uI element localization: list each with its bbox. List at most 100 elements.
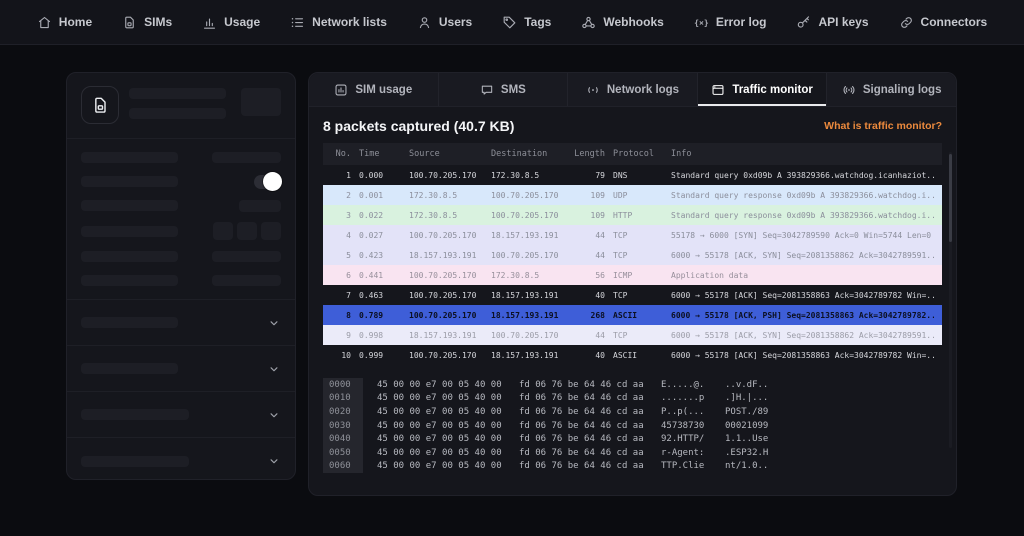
accordion-section-4[interactable]: [67, 438, 295, 479]
sim-title-skeleton: [129, 86, 231, 124]
hex-bytes-group-1: 45 00 00 e7 00 05 40 00: [377, 447, 502, 458]
column-no: No.: [335, 149, 351, 159]
radio-waves-icon: [586, 83, 600, 97]
skeleton-label: [81, 251, 178, 262]
hex-dump: 0000 45 00 00 e7 00 05 40 00 fd 06 76 be…: [323, 378, 775, 474]
tab-signaling-logs[interactable]: Signaling logs: [827, 73, 956, 106]
tab-sim-usage[interactable]: SIM usage: [309, 73, 439, 106]
scrollbar-thumb[interactable]: [949, 154, 952, 242]
packet-row-6[interactable]: 6 0.441 100.70.205.170 172.30.8.5 56 ICM…: [323, 265, 942, 285]
hex-row: 0010 45 00 00 e7 00 05 40 00 fd 06 76 be…: [323, 391, 775, 406]
nav-item-network-lists[interactable]: Network lists: [290, 15, 387, 30]
column-time: Time: [359, 149, 380, 159]
nav-item-tags[interactable]: Tags: [502, 15, 551, 30]
cell-length: 268: [590, 310, 605, 320]
nav-item-label: Connectors: [920, 15, 988, 29]
nav-item-sims[interactable]: SIMs: [122, 15, 172, 30]
cell-source: 100.70.205.170: [409, 350, 477, 360]
packet-row-9[interactable]: 9 0.998 18.157.193.191 100.70.205.170 44…: [323, 325, 942, 345]
hex-bytes-group-2: fd 06 76 be 64 46 cd aa: [519, 461, 644, 472]
packet-row-10[interactable]: 10 0.999 100.70.205.170 18.157.193.191 4…: [323, 345, 942, 365]
packet-row-8[interactable]: 8 0.789 100.70.205.170 18.157.193.191 26…: [323, 305, 942, 325]
accordion-section-1[interactable]: [67, 300, 295, 346]
nav-item-home[interactable]: Home: [37, 15, 92, 30]
cell-no: 9: [346, 330, 351, 340]
bar-chart-icon: [202, 15, 217, 30]
cell-destination: 172.30.8.5: [491, 170, 540, 180]
hex-ascii-group-1: .......p: [661, 393, 705, 404]
table-scrollbar[interactable]: [949, 152, 952, 448]
cell-source: 18.157.193.191: [409, 330, 477, 340]
hex-bytes-group-2: fd 06 76 be 64 46 cd aa: [519, 379, 644, 390]
chevron-down-icon: [267, 362, 281, 376]
tab-label: Network logs: [606, 83, 680, 96]
packet-row-5[interactable]: 5 0.423 18.157.193.191 100.70.205.170 44…: [323, 245, 942, 265]
hex-bytes-group-1: 45 00 00 e7 00 05 40 00: [377, 393, 502, 404]
toggle-switch[interactable]: [254, 171, 282, 191]
nav-item-label: API keys: [818, 15, 869, 29]
nav-item-api-keys[interactable]: API keys: [796, 15, 869, 30]
nav-item-usage[interactable]: Usage: [202, 15, 260, 30]
packet-row-1[interactable]: 1 0.000 100.70.205.170 172.30.8.5 79 DNS…: [323, 165, 942, 185]
packets-header: 8 packets captured (40.7 KB) What is tra…: [309, 107, 956, 143]
skeleton-row: [81, 171, 282, 191]
skeleton-label: [81, 275, 178, 286]
cell-info: Standard query 0xd09b A 393829366.watchd…: [671, 170, 934, 180]
chevron-down-icon: [267, 316, 281, 330]
cell-no: 1: [346, 170, 351, 180]
hex-ascii-group-2: ..v.dF..: [725, 379, 769, 390]
cell-length: 79: [595, 170, 605, 180]
cell-info: 55178 → 6000 [SYN] Seq=3042789590 Ack=0 …: [671, 230, 932, 240]
cell-length: 44: [595, 250, 605, 260]
tab-sms[interactable]: SMS: [439, 73, 569, 106]
toggle-knob: [263, 171, 282, 191]
nav-item-webhooks[interactable]: Webhooks: [581, 15, 664, 30]
page-body: SIM usage SMS Network logs Traffic monit…: [0, 45, 1024, 536]
packets-title: 8 packets captured (40.7 KB): [323, 118, 515, 134]
sim-properties-skeleton: [67, 139, 295, 300]
column-protocol: Protocol: [613, 149, 654, 159]
hex-offset: 0000: [323, 378, 363, 392]
webhook-icon: [581, 15, 596, 30]
hex-ascii-group-2: 1.1..Use: [725, 434, 769, 445]
packet-row-4[interactable]: 4 0.027 100.70.205.170 18.157.193.191 44…: [323, 225, 942, 245]
hex-offset: 0010: [323, 391, 363, 406]
skeleton-value: [212, 251, 281, 262]
cell-length: 40: [595, 290, 605, 300]
nav-item-label: Users: [438, 15, 473, 29]
hex-offset: 0050: [323, 445, 363, 460]
svg-text:{×}: {×}: [694, 17, 709, 27]
traffic-monitor-help-link[interactable]: What is traffic monitor?: [824, 120, 942, 132]
nav-item-error-log[interactable]: {×} Error log: [694, 15, 767, 30]
skeleton-label: [81, 176, 178, 187]
nav-item-label: Webhooks: [603, 15, 664, 29]
accordion-section-3[interactable]: [67, 392, 295, 438]
cell-length: 44: [595, 230, 605, 240]
tab-traffic-monitor[interactable]: Traffic monitor: [697, 73, 828, 106]
hex-bytes-group-1: 45 00 00 e7 00 05 40 00: [377, 406, 502, 417]
hex-offset: 0060: [323, 459, 363, 474]
packet-row-2[interactable]: 2 0.001 172.30.8.5 100.70.205.170 109 UD…: [323, 185, 942, 205]
cell-info: 6000 → 55178 [ACK, SYN] Seq=2081358862 A…: [671, 330, 934, 340]
cell-no: 4: [346, 230, 351, 240]
nav-item-label: Home: [58, 15, 93, 29]
nav-item-connectors[interactable]: Connectors: [899, 15, 988, 30]
skeleton-square: [261, 222, 281, 240]
accordion-section-2[interactable]: [67, 346, 295, 392]
column-destination: Destination: [491, 149, 548, 159]
tab-network-logs[interactable]: Network logs: [568, 73, 698, 106]
skeleton-row: [81, 222, 281, 240]
hex-row: 0020 45 00 00 e7 00 05 40 00 fd 06 76 be…: [323, 405, 775, 419]
top-nav: Home SIMs Usage Network lists Users Tags…: [0, 0, 1024, 45]
hex-ascii-group-1: 92.HTTP/: [661, 434, 705, 445]
skeleton-square: [237, 222, 257, 240]
broadcast-icon: [842, 83, 856, 97]
nav-item-users[interactable]: Users: [417, 15, 472, 30]
packet-row-3[interactable]: 3 0.022 172.30.8.5 100.70.205.170 109 HT…: [323, 205, 942, 225]
packet-table-body: 1 0.000 100.70.205.170 172.30.8.5 79 DNS…: [323, 165, 942, 365]
hex-offset: 0040: [323, 432, 363, 446]
hex-bytes-group-2: fd 06 76 be 64 46 cd aa: [519, 420, 644, 431]
packet-row-7[interactable]: 7 0.463 100.70.205.170 18.157.193.191 40…: [323, 285, 942, 305]
cell-destination: 172.30.8.5: [491, 270, 540, 280]
tab-label: Signaling logs: [862, 83, 942, 96]
